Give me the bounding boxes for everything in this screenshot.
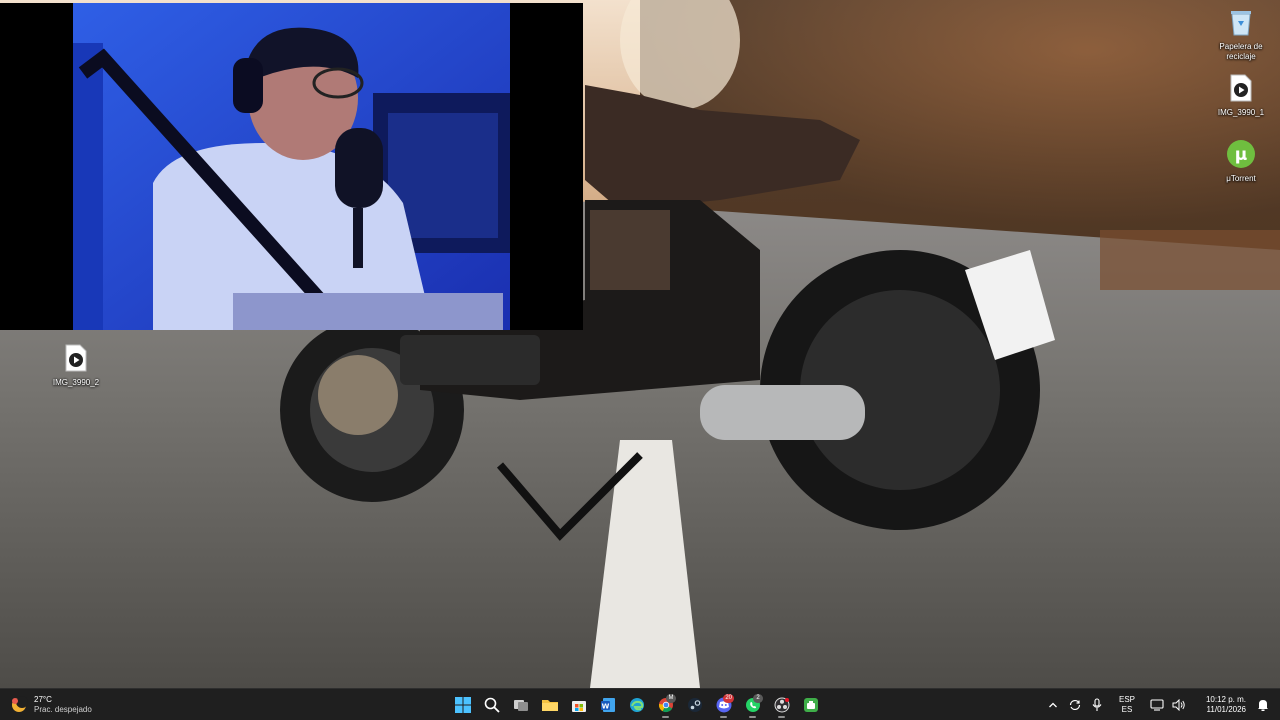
whatsapp-button[interactable]: 2 [740, 691, 765, 719]
microphone-tray-button[interactable] [1086, 691, 1108, 719]
show-hidden-icons-button[interactable] [1042, 691, 1064, 719]
start-button[interactable] [450, 691, 475, 719]
whatsapp-badge: 2 [753, 694, 763, 703]
svg-text:W: W [601, 703, 609, 711]
search-button[interactable] [479, 691, 504, 719]
taskbar-apps: W M 20 2 [450, 690, 823, 720]
sync-tray-button[interactable] [1064, 691, 1086, 719]
notifications-button[interactable] [1252, 691, 1274, 719]
word-button[interactable]: W [595, 691, 620, 719]
microphone-icon [1092, 698, 1102, 711]
taskbar: 27°C Prac. despejado W M 20 2 ESP ES 10:… [0, 688, 1280, 720]
search-icon [484, 697, 500, 713]
edge-button[interactable] [624, 691, 649, 719]
chrome-badge: M [666, 694, 676, 703]
weather-moon-icon [12, 696, 28, 712]
svg-text:µ: µ [1235, 145, 1248, 165]
language-indicator[interactable]: ESP ES [1112, 695, 1142, 715]
video-file-icon [61, 342, 91, 374]
word-icon: W [600, 698, 615, 712]
desktop-icon-img-3990-1[interactable]: IMG_3990_1 [1206, 72, 1276, 118]
weather-widget[interactable]: 27°C Prac. despejado [10, 692, 92, 718]
weather-temp: 27°C [34, 695, 52, 704]
desktop-icon-img-3990-2[interactable]: IMG_3990_2 [41, 342, 111, 388]
volume-icon [1172, 699, 1185, 711]
discord-badge: 20 [723, 694, 734, 703]
task-view-button[interactable] [508, 691, 533, 719]
desktop-icon-utorrent[interactable]: µ μTorrent [1206, 138, 1276, 184]
network-icon [1150, 699, 1164, 711]
microsoft-store-button[interactable] [566, 691, 591, 719]
bell-icon [1258, 700, 1268, 711]
clock-date: 11/01/2026 [1206, 705, 1246, 714]
obs-icon [774, 697, 789, 713]
desktop-icon-label: μTorrent [1226, 174, 1256, 183]
recycle-bin-icon [1226, 6, 1256, 38]
chrome-button[interactable]: M [653, 691, 678, 719]
webcam-feed [73, 3, 510, 330]
steam-button[interactable] [682, 691, 707, 719]
file-explorer-button[interactable] [537, 691, 562, 719]
desktop-icon-label: IMG_3990_2 [52, 378, 100, 387]
video-file-icon [1226, 72, 1256, 104]
weather-description: Prac. despejado [34, 705, 92, 714]
edge-icon [629, 698, 644, 712]
task-view-icon [513, 700, 528, 711]
steam-icon [687, 698, 702, 712]
desktop-icon-label: Papelera de reciclaje [1219, 42, 1263, 61]
network-tray-button[interactable] [1146, 691, 1168, 719]
system-tray: ESP ES 10:12 p. m. 11/01/2026 [1042, 689, 1280, 720]
green-app-button[interactable] [798, 691, 823, 719]
clock[interactable]: 10:12 p. m. 11/01/2026 [1196, 695, 1246, 715]
clock-time: 10:12 p. m. [1205, 695, 1246, 704]
desktop-icon-label: IMG_3990_1 [1217, 108, 1265, 117]
obs-button[interactable] [769, 691, 794, 719]
desktop-icon-recycle-bin[interactable]: Papelera de reciclaje [1206, 6, 1276, 62]
store-icon [571, 701, 586, 712]
app-icon [803, 698, 818, 712]
webcam-overlay [0, 3, 583, 330]
language-code: ESP [1118, 695, 1135, 704]
folder-icon [541, 700, 558, 711]
chevron-up-icon [1049, 702, 1057, 708]
utorrent-icon: µ [1226, 138, 1256, 170]
sync-icon [1069, 699, 1081, 711]
windows-icon [454, 697, 471, 713]
discord-button[interactable]: 20 [711, 691, 736, 719]
region-code: ES [1121, 705, 1133, 714]
volume-tray-button[interactable] [1168, 691, 1190, 719]
